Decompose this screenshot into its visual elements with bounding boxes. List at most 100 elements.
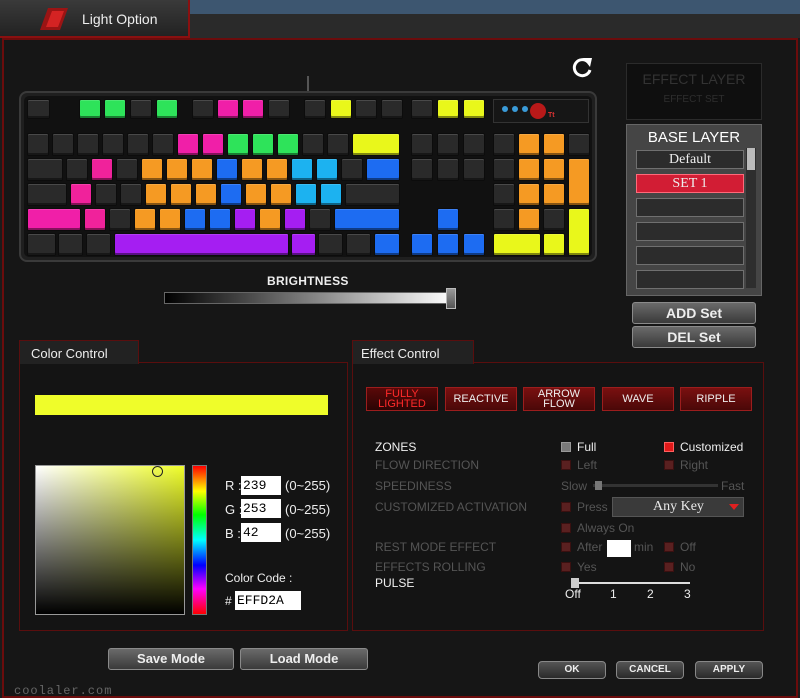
keyboard-key[interactable] — [220, 183, 242, 206]
rolling-yes-checkbox[interactable] — [561, 562, 571, 572]
keyboard-key[interactable] — [192, 99, 214, 119]
chevron-down-icon[interactable] — [729, 504, 739, 510]
cancel-button[interactable]: CANCEL — [616, 661, 684, 679]
keyboard-key[interactable] — [191, 158, 213, 181]
keyboard-key[interactable] — [518, 183, 540, 206]
press-checkbox[interactable] — [561, 502, 571, 512]
keyboard-key[interactable] — [366, 158, 400, 181]
ripple-button[interactable]: RIPPLE — [680, 387, 752, 411]
keyboard-key[interactable] — [58, 233, 83, 256]
keyboard-key[interactable] — [130, 99, 152, 119]
keyboard-key[interactable] — [170, 183, 192, 206]
keyboard-key[interactable] — [184, 208, 206, 231]
flow-right-checkbox[interactable] — [664, 460, 674, 470]
keyboard-key[interactable] — [259, 208, 281, 231]
keyboard-key[interactable] — [79, 99, 101, 119]
keyboard-key[interactable] — [463, 99, 485, 119]
g-input[interactable]: 253 — [241, 499, 281, 518]
keyboard-key[interactable] — [86, 233, 111, 256]
keyboard-key[interactable] — [518, 133, 540, 156]
keyboard-key[interactable] — [543, 133, 565, 156]
keyboard-key[interactable] — [216, 158, 238, 181]
speed-slider-thumb[interactable] — [595, 481, 602, 490]
hue-slider[interactable] — [192, 465, 207, 615]
keyboard-key[interactable] — [493, 208, 515, 231]
rest-after-checkbox[interactable] — [561, 542, 571, 552]
keyboard-key[interactable] — [116, 158, 138, 181]
keyboard-key[interactable] — [270, 183, 292, 206]
keyboard-key[interactable] — [95, 183, 117, 206]
keyboard-key[interactable] — [543, 158, 565, 181]
keyboard-key[interactable] — [159, 208, 181, 231]
keyboard-key[interactable] — [318, 233, 343, 256]
keyboard-key[interactable] — [27, 158, 63, 181]
set-slot-default[interactable]: Default — [636, 150, 744, 169]
keyboard-key[interactable] — [437, 208, 459, 231]
keyboard-key[interactable] — [437, 158, 459, 181]
rolling-no-checkbox[interactable] — [664, 562, 674, 572]
add-set-button[interactable]: ADD Set — [632, 302, 756, 324]
keyboard-key[interactable] — [518, 158, 540, 181]
keyboard-key[interactable] — [493, 183, 515, 206]
keyboard-key[interactable] — [91, 158, 113, 181]
keyboard-key[interactable] — [77, 133, 99, 156]
keyboard-key[interactable] — [346, 233, 371, 256]
keyboard-key[interactable] — [127, 133, 149, 156]
keyboard-key[interactable] — [217, 99, 239, 119]
keyboard-key[interactable] — [543, 183, 565, 206]
brightness-slider-thumb[interactable] — [446, 288, 456, 309]
always-on-checkbox[interactable] — [561, 523, 571, 533]
keyboard-key[interactable] — [195, 183, 217, 206]
base-layer-scroll-thumb[interactable] — [747, 148, 755, 170]
flow-left-checkbox[interactable] — [561, 460, 571, 470]
keyboard-key[interactable] — [284, 208, 306, 231]
color-code-input[interactable]: EFFD2A — [235, 591, 301, 610]
keyboard-key[interactable] — [493, 233, 541, 256]
keyboard-key[interactable] — [291, 158, 313, 181]
zones-full-checkbox[interactable] — [561, 442, 571, 452]
pulse-slider[interactable] — [573, 582, 690, 584]
keyboard-key[interactable] — [463, 133, 485, 156]
keyboard-key[interactable] — [114, 233, 289, 256]
keyboard-key[interactable] — [568, 158, 590, 206]
keyboard-key[interactable] — [52, 133, 74, 156]
apply-button[interactable]: APPLY — [695, 661, 763, 679]
keyboard-key[interactable] — [334, 208, 400, 231]
keyboard-key[interactable] — [66, 158, 88, 181]
keyboard-key[interactable] — [109, 208, 131, 231]
keyboard-key[interactable] — [177, 133, 199, 156]
keyboard-key[interactable] — [302, 133, 324, 156]
keyboard-key[interactable] — [84, 208, 106, 231]
keyboard-key[interactable] — [304, 99, 326, 119]
keyboard-key[interactable] — [245, 183, 267, 206]
b-input[interactable]: 42 — [241, 523, 281, 542]
keyboard-key[interactable] — [291, 233, 316, 256]
keyboard-key[interactable] — [27, 99, 50, 119]
keyboard-key[interactable] — [352, 133, 400, 156]
keyboard-key[interactable] — [374, 233, 400, 256]
keyboard-key[interactable] — [27, 183, 67, 206]
keyboard-key[interactable] — [27, 208, 81, 231]
keyboard-key[interactable] — [437, 99, 459, 119]
keyboard-key[interactable] — [141, 158, 163, 181]
keyboard-key[interactable] — [234, 208, 256, 231]
activation-key-select[interactable]: Any Key — [612, 497, 744, 517]
keyboard-key[interactable] — [102, 133, 124, 156]
keyboard-key[interactable] — [518, 208, 540, 231]
r-input[interactable]: 239 — [241, 476, 281, 495]
keyboard-key[interactable] — [463, 233, 485, 256]
keyboard-key[interactable] — [120, 183, 142, 206]
keyboard-key[interactable] — [27, 133, 49, 156]
color-picker-square[interactable] — [35, 465, 185, 615]
set-slot-empty[interactable] — [636, 222, 744, 241]
fully-lighted-button[interactable]: FULLY LIGHTED — [366, 387, 438, 411]
keyboard-key[interactable] — [202, 133, 224, 156]
rest-off-checkbox[interactable] — [664, 542, 674, 552]
refresh-icon[interactable] — [568, 54, 596, 80]
keyboard-key[interactable] — [345, 183, 400, 206]
color-picker-marker[interactable] — [152, 466, 163, 477]
keyboard-key[interactable] — [145, 183, 167, 206]
set-slot-empty[interactable] — [636, 198, 744, 217]
keyboard-key[interactable] — [156, 99, 178, 119]
keyboard-key[interactable] — [463, 158, 485, 181]
